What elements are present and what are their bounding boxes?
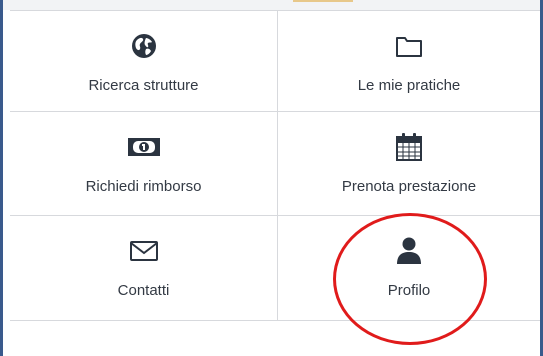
tile-contatti[interactable]: Contatti (10, 216, 278, 321)
top-accent (293, 0, 353, 2)
tile-prenota-prestazione[interactable]: Prenota prestazione (278, 112, 540, 216)
services-menu-grid: Ricerca strutture Le mie pratiche Richie… (10, 10, 540, 321)
tile-label: Prenota prestazione (341, 178, 477, 195)
envelope-icon (129, 236, 159, 266)
calendar-icon (395, 132, 423, 162)
folder-icon (395, 31, 423, 61)
tile-richiedi-rimborso[interactable]: Richiedi rimborso (10, 112, 278, 216)
tile-label: Le mie pratiche (357, 77, 461, 94)
tile-profilo[interactable]: Profilo (278, 216, 540, 321)
globe-icon (131, 31, 157, 61)
tile-ricerca-strutture[interactable]: Ricerca strutture (10, 11, 278, 112)
user-icon (395, 236, 423, 266)
window-left-border (0, 0, 3, 356)
tile-label: Profilo (387, 282, 431, 299)
tile-label: Ricerca strutture (88, 77, 199, 94)
top-strip (3, 0, 540, 10)
tile-label: Contatti (117, 282, 170, 299)
tile-label: Richiedi rimborso (85, 178, 202, 195)
money-icon (127, 132, 161, 162)
tile-le-mie-pratiche[interactable]: Le mie pratiche (278, 11, 540, 112)
